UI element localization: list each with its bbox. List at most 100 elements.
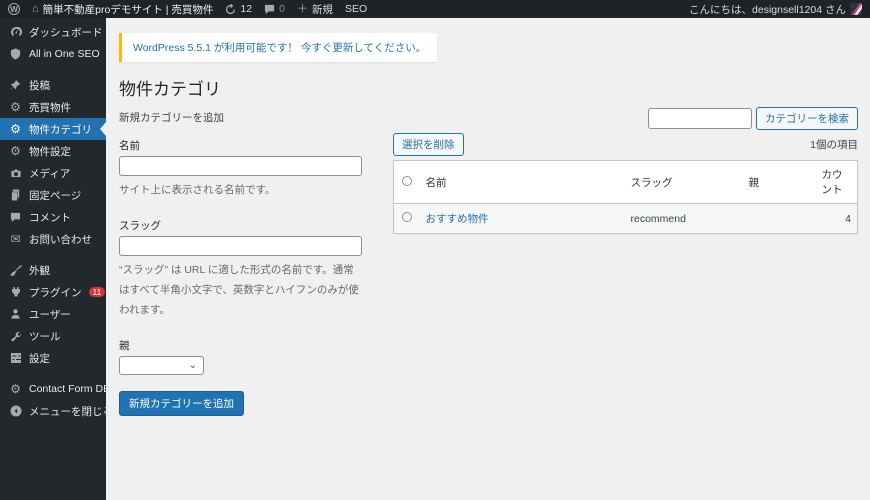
sidebar-item-label: 物件設定 xyxy=(29,145,71,158)
sidebar-item-label: 物件カテゴリ xyxy=(29,123,92,136)
header-name[interactable]: 名前 xyxy=(419,160,625,204)
category-slug-cell: recommend xyxy=(630,212,686,225)
gear-icon: ⚙ xyxy=(10,122,21,136)
update-version-link[interactable]: WordPress 5.5.1 が利用可能です！ xyxy=(133,42,298,54)
wordpress-logo-icon: W xyxy=(8,3,20,15)
search-input[interactable] xyxy=(648,108,752,129)
header-slug: スラッグ xyxy=(624,160,743,204)
plus-icon: ＋ xyxy=(296,2,308,15)
sidebar-item-label: Contact Form DB xyxy=(29,383,111,395)
category-name-input[interactable] xyxy=(119,156,362,176)
sidebar-item-media[interactable]: メディア xyxy=(0,162,106,184)
table-header-row: 名前 スラッグ 親 カウント xyxy=(393,160,858,204)
parent-select[interactable]: ⌄ xyxy=(119,355,204,375)
sidebar-item-label: コメント xyxy=(29,211,71,224)
table-row: おすすめ物件 recommend 4 xyxy=(393,203,858,234)
sidebar-item-collapse-menu[interactable]: メニューを閉じる xyxy=(0,400,113,422)
account-menu[interactable]: こんにちは、designsell1204 さん xyxy=(689,2,862,17)
sidebar-item-all-in-one-seo[interactable]: All in One SEO xyxy=(0,43,106,65)
gear-icon: ⚙ xyxy=(10,382,21,396)
sidebar-item-dashboard[interactable]: ダッシュボード xyxy=(0,21,106,43)
name-description: サイト上に表示される名前です。 xyxy=(119,184,276,196)
item-count: 1個の項目 xyxy=(810,139,858,151)
plugin-icon xyxy=(9,286,22,299)
wp-logo-menu[interactable]: W xyxy=(8,3,20,15)
category-slug-input[interactable] xyxy=(119,235,362,256)
comment-icon xyxy=(264,4,275,15)
sidebar-item-label: メニューを閉じる xyxy=(29,405,113,418)
sidebar-item-label: ダッシュボード xyxy=(29,26,103,39)
select-all-checkbox[interactable] xyxy=(402,175,412,186)
greeting-text: こんにちは、designsell1204 さん xyxy=(689,3,846,16)
sidebar-item-label: 固定ページ xyxy=(29,189,82,202)
updates-link[interactable]: 12 xyxy=(225,3,252,15)
category-count-cell: 4 xyxy=(845,212,851,225)
name-label: 名前 xyxy=(119,140,140,152)
menu-separator xyxy=(0,369,106,378)
seo-menu[interactable]: SEO xyxy=(345,3,367,15)
sidebar-item-bukken-settings[interactable]: ⚙ 物件設定 xyxy=(0,140,106,162)
sidebar-item-posts[interactable]: 投稿 xyxy=(0,74,106,96)
menu-separator xyxy=(0,250,106,259)
category-name-link[interactable]: おすすめ物件 xyxy=(426,213,489,225)
sidebar-item-label: 投稿 xyxy=(29,79,50,92)
sidebar-item-label: 設定 xyxy=(29,352,50,365)
search-categories-button[interactable]: カテゴリーを検索 xyxy=(756,107,858,130)
sidebar-item-label: 売買物件 xyxy=(29,101,71,114)
update-now-link[interactable]: 今すぐ更新してください。 xyxy=(301,42,426,54)
gear-icon: ⚙ xyxy=(10,144,21,158)
seo-label: SEO xyxy=(344,3,368,15)
sidebar-item-label: All in One SEO xyxy=(29,48,100,60)
comments-link[interactable]: 0 xyxy=(264,3,285,15)
sidebar-item-label: 外観 xyxy=(29,264,50,277)
comment-count: 0 xyxy=(279,3,285,15)
category-parent-cell xyxy=(743,204,816,234)
add-category-button[interactable]: 新規カテゴリーを追加 xyxy=(119,390,244,416)
site-link[interactable]: ⌂ 簡単不動産proデモサイト | 売買物件 xyxy=(32,2,213,17)
slug-label: スラッグ xyxy=(119,219,161,232)
admin-menu: ダッシュボード All in One SEO 投稿 ⚙ 売買物件 ⚙ 物件カテゴ… xyxy=(0,18,113,500)
update-icon xyxy=(225,3,236,15)
add-category-form: 新規カテゴリーを追加 名前 サイト上に表示される名前です。 スラッグ “スラッグ… xyxy=(119,107,362,416)
avatar xyxy=(850,3,862,15)
page-title: 物件カテゴリ xyxy=(119,80,221,99)
pushpin-icon xyxy=(9,79,22,92)
sidebar-item-settings[interactable]: 設定 xyxy=(0,347,106,369)
plugin-update-badge: 11 xyxy=(88,286,106,298)
sidebar-item-tools[interactable]: ツール xyxy=(0,325,106,347)
chevron-down-icon: ⌄ xyxy=(188,359,197,371)
row-checkbox[interactable] xyxy=(402,212,412,222)
header-parent: 親 xyxy=(742,160,816,204)
sidebar-item-label: メディア xyxy=(29,167,71,180)
sidebar-item-label: ユーザー xyxy=(29,308,71,321)
new-content-menu[interactable]: ＋ 新規 xyxy=(297,2,333,17)
update-count: 12 xyxy=(240,3,253,15)
sidebar-item-pages[interactable]: 固定ページ xyxy=(0,184,106,206)
add-category-heading: 新規カテゴリーを追加 xyxy=(119,112,224,124)
new-label: 新規 xyxy=(311,3,333,16)
sidebar-item-comments[interactable]: コメント xyxy=(0,206,106,228)
category-list-panel: カテゴリーを検索 選択を削除 1個の項目 名前 スラッグ 親 カウント おすすめ… xyxy=(393,107,858,234)
sidebar-item-contact-form-db[interactable]: ⚙ Contact Form DB xyxy=(0,378,110,400)
sidebar-item-users[interactable]: ユーザー xyxy=(0,303,106,325)
sidebar-item-appearance[interactable]: 外観 xyxy=(0,259,106,281)
delete-selected-button[interactable]: 選択を削除 xyxy=(393,133,464,156)
sidebar-item-baibai-bukken[interactable]: ⚙ 売買物件 xyxy=(0,96,106,118)
sidebar-item-contact[interactable]: ✉ お問い合わせ xyxy=(0,228,106,250)
slug-description: “スラッグ” は URL に適した形式の名前です。通常はすべて半角小文字で、英数… xyxy=(119,263,359,316)
menu-separator xyxy=(0,65,106,74)
sidebar-item-bukken-category[interactable]: ⚙ 物件カテゴリ xyxy=(0,118,106,140)
sidebar-item-label: ツール xyxy=(29,330,61,343)
header-count: カウント xyxy=(815,160,858,204)
update-notice: WordPress 5.5.1 が利用可能です！ 今すぐ更新してください。 xyxy=(119,33,438,62)
parent-label: 親 xyxy=(119,339,130,352)
admin-bar: W ⌂ 簡単不動産proデモサイト | 売買物件 12 0 ＋ 新規 SEO こ xyxy=(0,0,870,18)
settings-icon xyxy=(9,352,22,365)
categories-table: 名前 スラッグ 親 カウント おすすめ物件 recommend 4 xyxy=(393,160,858,234)
sidebar-item-plugins[interactable]: プラグイン 11 xyxy=(0,281,106,303)
gear-icon: ⚙ xyxy=(10,100,21,114)
home-icon: ⌂ xyxy=(32,2,39,15)
user-icon xyxy=(9,308,22,321)
content-area: WordPress 5.5.1 が利用可能です！ 今すぐ更新してください。 物件… xyxy=(106,18,870,500)
collapse-arrow-icon xyxy=(9,405,22,418)
